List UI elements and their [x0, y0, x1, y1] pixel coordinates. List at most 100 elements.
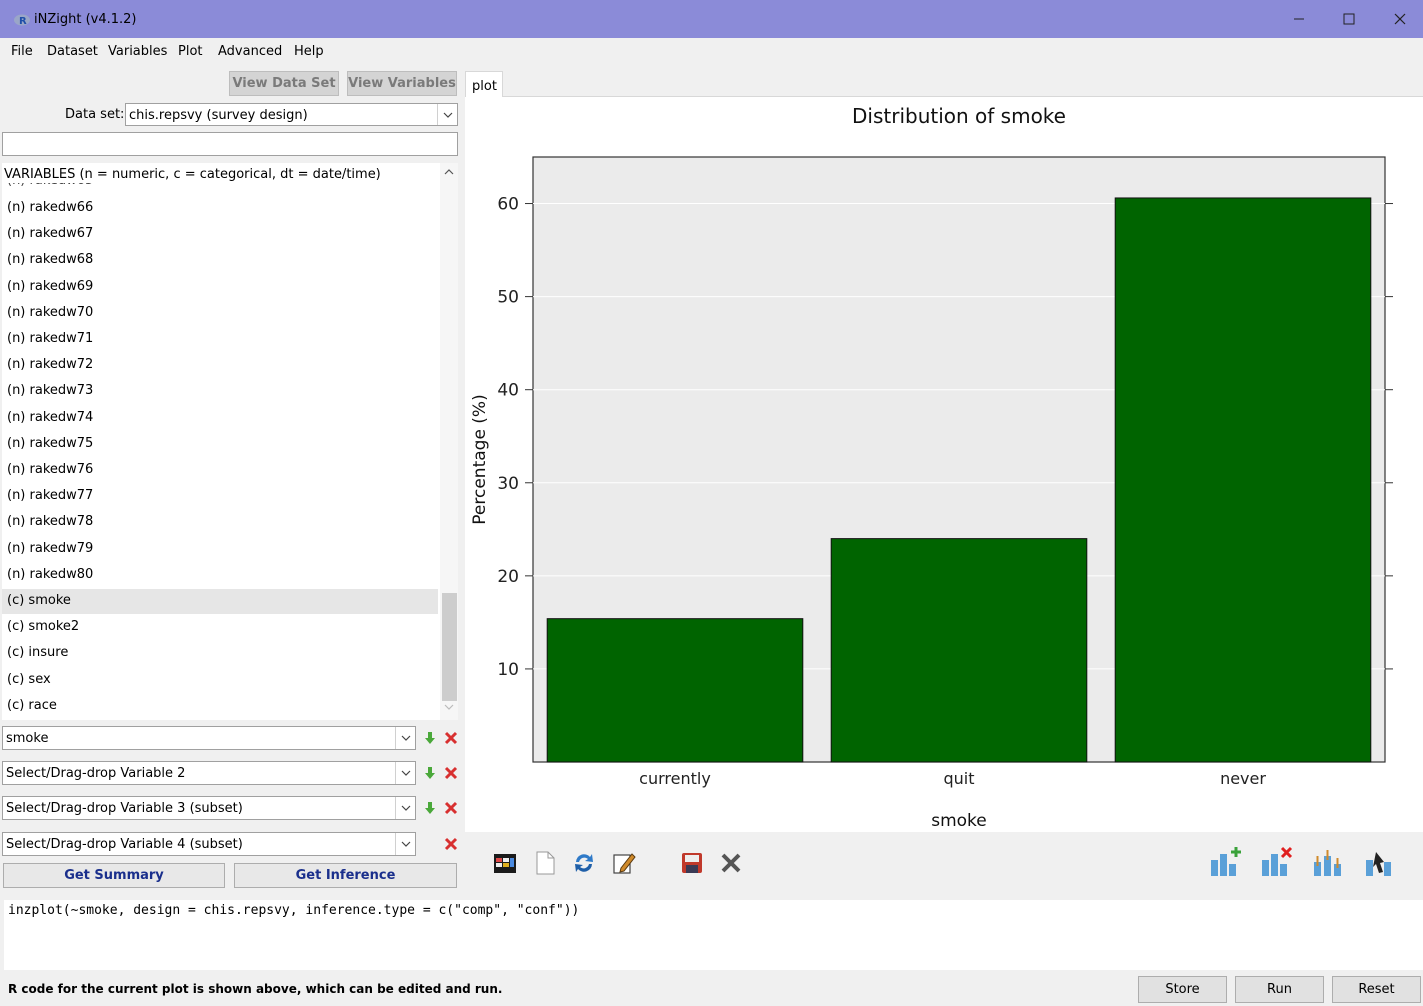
variable-list-item[interactable]: (n) rakedw73: [2, 379, 438, 404]
variable-list-item[interactable]: (c) sex: [2, 668, 438, 693]
scroll-up-icon[interactable]: [444, 168, 454, 176]
variable-list-item[interactable]: (n) rakedw68: [2, 248, 438, 273]
variable-3-value: Select/Drag-drop Variable 3 (subset): [6, 801, 243, 816]
variable-list-item[interactable]: (n) rakedw76: [2, 458, 438, 483]
scrollbar-thumb[interactable]: [442, 593, 457, 701]
bar-chart: 10 20 30 40 50 60 currently quit never Distributi…: [470, 104, 1393, 831]
inference-icon[interactable]: [1312, 846, 1346, 878]
scroll-down-icon[interactable]: [444, 703, 454, 711]
dataset-dropdown-arrow[interactable]: [437, 104, 457, 125]
variable-list-item[interactable]: (n) rakedw70: [2, 301, 438, 326]
maximize-button[interactable]: [1326, 0, 1372, 38]
variable-list-item[interactable]: (n) rakedw71: [2, 327, 438, 352]
window-close-button[interactable]: [1377, 0, 1423, 38]
y-axis-label: Percentage (%): [470, 394, 490, 524]
variable-list-item[interactable]: (c) smoke2: [2, 615, 438, 640]
variable-list-item[interactable]: (n) rakedw66: [2, 196, 438, 221]
variable-list-item[interactable]: (c) smoke: [2, 589, 438, 614]
clear-variable-icon[interactable]: [444, 766, 458, 780]
variable-list-item[interactable]: (n) rakedw67: [2, 222, 438, 247]
blank-page-icon[interactable]: [532, 850, 558, 876]
chart-title: Distribution of smoke: [852, 104, 1066, 128]
get-summary-button[interactable]: Get Summary: [3, 863, 225, 888]
variable-2-value: Select/Drag-drop Variable 2: [6, 766, 186, 781]
variable-1-value: smoke: [6, 731, 49, 746]
interactive-icon[interactable]: [1364, 846, 1398, 878]
y-tick-label: 40: [497, 381, 519, 401]
dataset-select-value: chis.repsvy (survey design): [129, 108, 308, 123]
svg-text:R: R: [19, 16, 27, 27]
variable-list-item[interactable]: (n) rakedw77: [2, 484, 438, 509]
variable-list-item[interactable]: (n) rakedw78: [2, 510, 438, 535]
y-tick-label: 10: [497, 660, 519, 680]
variable-list-item[interactable]: (n) rakedw69: [2, 275, 438, 300]
r-code-text[interactable]: inzplot(~smoke, design = chis.repsvy, in…: [8, 903, 579, 918]
menu-file[interactable]: File: [11, 44, 33, 59]
y-tick-label: 30: [497, 474, 519, 494]
variable-2-select[interactable]: Select/Drag-drop Variable 2: [2, 761, 416, 785]
variable-list-item[interactable]: (n) rakedw79: [2, 537, 438, 562]
plot-toolbar: [465, 832, 1423, 900]
variable-2-dropdown-arrow[interactable]: [395, 762, 415, 784]
variable-list-item[interactable]: (c) race: [2, 694, 438, 719]
remove-from-plot-icon[interactable]: [1260, 846, 1294, 878]
window-title: iNZight (v4.1.2): [34, 12, 137, 27]
variable-4-value: Select/Drag-drop Variable 4 (subset): [6, 837, 243, 852]
clear-variable-icon[interactable]: [444, 801, 458, 815]
variables-header: VARIABLES (n = numeric, c = categorical,…: [4, 167, 438, 183]
chevron-down-icon: [443, 112, 452, 118]
variable-filter-input[interactable]: [2, 132, 458, 156]
refresh-icon[interactable]: [571, 850, 597, 876]
chevron-down-icon: [401, 770, 410, 776]
chevron-down-icon: [401, 735, 410, 741]
r-logo-icon: R: [14, 14, 30, 27]
menu-advanced[interactable]: Advanced: [218, 44, 282, 59]
variable-list-item[interactable]: (n) rakedw75: [2, 432, 438, 457]
run-button[interactable]: Run: [1235, 976, 1324, 1003]
move-down-icon[interactable]: [423, 731, 437, 745]
status-message: R code for the current plot is shown abo…: [8, 982, 503, 996]
save-icon[interactable]: [679, 850, 705, 876]
view-data-set-button[interactable]: View Data Set: [229, 71, 339, 96]
variables-scrollbar[interactable]: [440, 163, 458, 720]
menu-help[interactable]: Help: [294, 44, 324, 59]
minimize-button[interactable]: [1276, 0, 1322, 38]
variable-list-item[interactable]: (n) rakedw72: [2, 353, 438, 378]
variable-4-select[interactable]: Select/Drag-drop Variable 4 (subset): [2, 832, 416, 856]
r-code-editor[interactable]: inzplot(~smoke, design = chis.repsvy, in…: [4, 900, 1423, 970]
minimize-icon: [1294, 18, 1304, 20]
dataset-label: Data set:: [65, 107, 125, 122]
plot-tabs: plot: [465, 71, 1423, 98]
view-variables-button[interactable]: View Variables: [347, 71, 457, 96]
variable-1-select[interactable]: smoke: [2, 726, 416, 750]
edit-plot-icon[interactable]: [611, 850, 637, 876]
dataset-select[interactable]: chis.repsvy (survey design): [125, 103, 458, 126]
bar-quit: [830, 538, 1088, 763]
reset-button[interactable]: Reset: [1332, 976, 1421, 1003]
status-bar: R code for the current plot is shown abo…: [0, 970, 1423, 1006]
variable-list-item[interactable]: (n) rakedw80: [2, 563, 438, 588]
move-down-icon[interactable]: [423, 801, 437, 815]
variable-list-item[interactable]: (c) insure: [2, 641, 438, 666]
add-to-plot-icon[interactable]: [1209, 846, 1243, 878]
menu-variables[interactable]: Variables: [108, 44, 167, 59]
menu-bar: File Dataset Variables Plot Advanced Hel…: [0, 38, 465, 64]
menu-dataset[interactable]: Dataset: [47, 44, 98, 59]
get-inference-button[interactable]: Get Inference: [234, 863, 457, 888]
clear-variable-icon[interactable]: [444, 731, 458, 745]
menu-plot[interactable]: Plot: [178, 44, 203, 59]
variables-list[interactable]: (n) rakedw66 (n) rakedw67 (n) rakedw68 (n) …: [2, 163, 458, 720]
variable-3-dropdown-arrow[interactable]: [395, 797, 415, 819]
store-button[interactable]: Store: [1138, 976, 1227, 1003]
variable-1-dropdown-arrow[interactable]: [395, 727, 415, 749]
new-window-icon[interactable]: [492, 850, 518, 876]
variable-3-select[interactable]: Select/Drag-drop Variable 3 (subset): [2, 796, 416, 820]
tab-plot[interactable]: plot: [465, 71, 503, 98]
clear-variable-icon[interactable]: [444, 837, 458, 851]
move-down-icon[interactable]: [423, 766, 437, 780]
chevron-down-icon: [401, 805, 410, 811]
close-icon[interactable]: [718, 850, 744, 876]
variable-4-dropdown-arrow[interactable]: [395, 833, 415, 855]
variable-list-item[interactable]: (n) rakedw74: [2, 406, 438, 431]
y-tick-label: 60: [497, 195, 519, 215]
